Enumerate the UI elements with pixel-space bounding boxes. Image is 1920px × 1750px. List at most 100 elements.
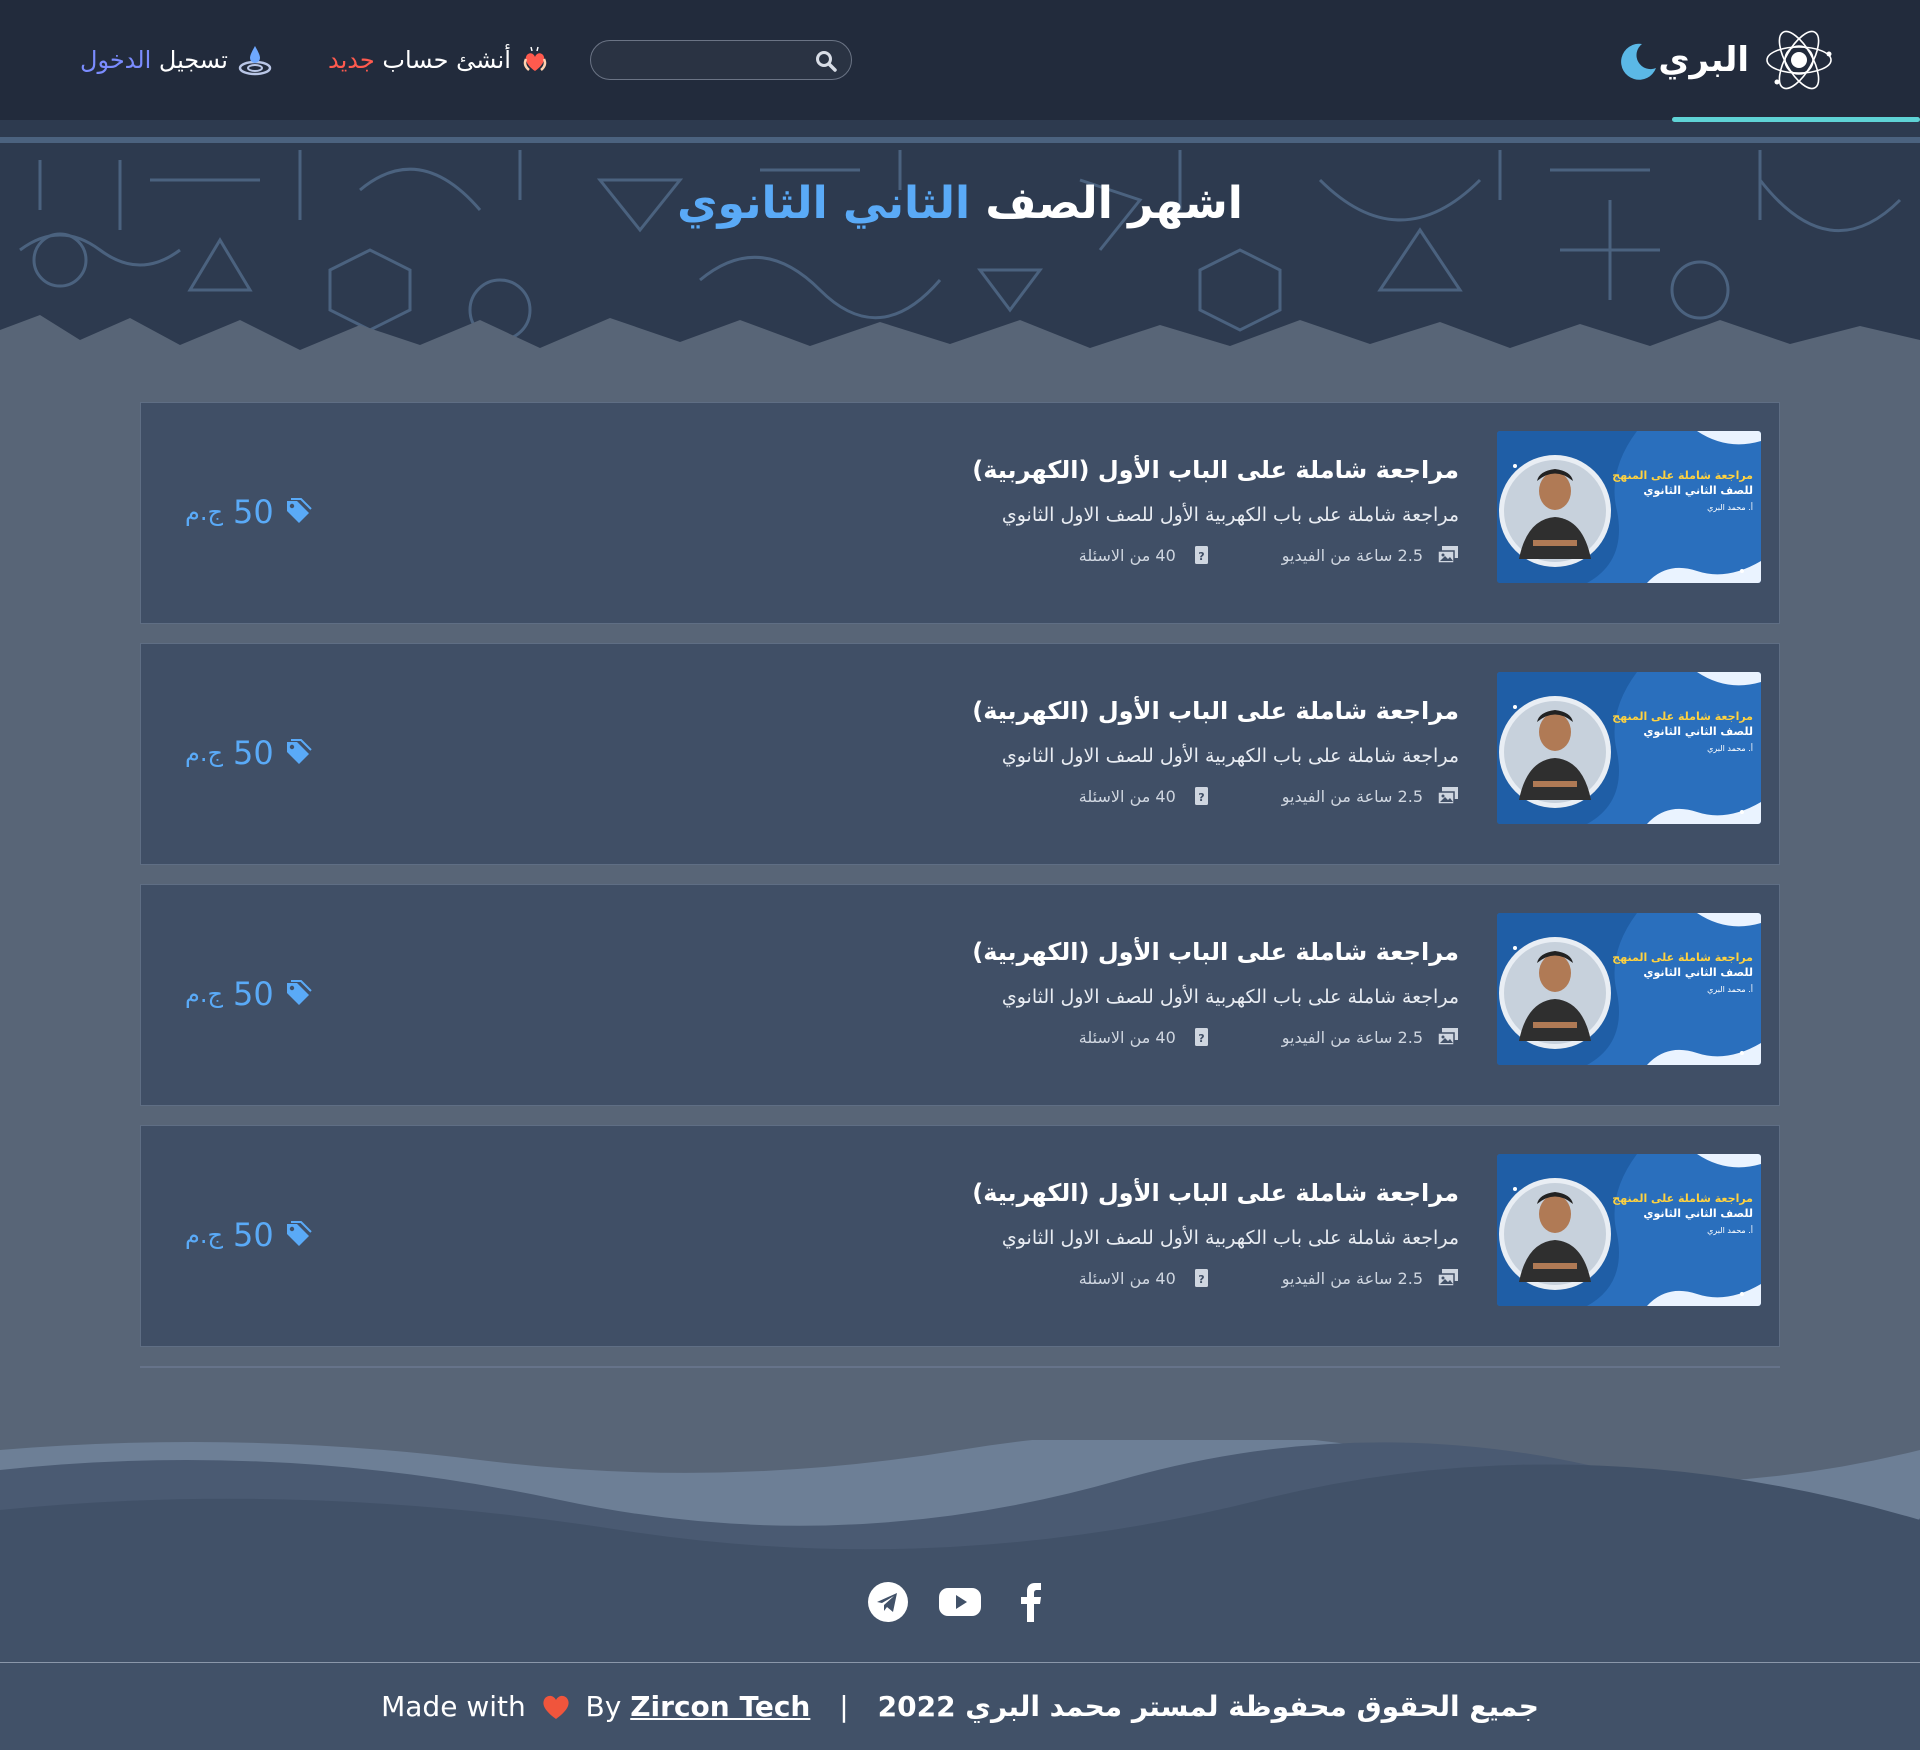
svg-text:?: ?	[1198, 550, 1204, 563]
thumb-teacher: أ. محمد البري	[1707, 503, 1753, 512]
course-info: مراجعة شاملة على الباب الأول (الكهربية) …	[759, 1176, 1459, 1288]
brand-name: البري	[1658, 40, 1749, 80]
thumb-headline: مراجعة شاملة على المنهج	[1612, 469, 1753, 482]
svg-text:?: ?	[1198, 791, 1204, 804]
price-currency: ج.م	[185, 980, 223, 1008]
course-list: مراجعة شاملة على المنهج للصف الثاني الثا…	[140, 402, 1780, 1366]
brand[interactable]: البري	[1658, 22, 1835, 98]
copyright: Made with By Zircon Tech | جميع الحقوق م…	[0, 1690, 1920, 1723]
active-nav-underline	[1672, 117, 1920, 122]
course-meta: 2.5 ساعة من الفيديو ? 40 من الاسئلة	[759, 1027, 1459, 1047]
video-duration: 2.5 ساعة من الفيديو	[1282, 545, 1459, 565]
course-description: مراجعة شاملة على باب الكهربية الأول للصف…	[1001, 986, 1459, 1008]
company-link[interactable]: Zircon Tech	[630, 1690, 810, 1723]
price-value: 50	[232, 1216, 274, 1254]
price-value: 50	[232, 493, 274, 531]
svg-text:?: ?	[1198, 1032, 1204, 1045]
register-link[interactable]: أنشئ حساب جديد	[328, 42, 549, 78]
tags-icon	[286, 980, 312, 1005]
course-meta: 2.5 ساعة من الفيديو ? 40 من الاسئلة	[759, 545, 1459, 565]
youtube-icon[interactable]	[938, 1580, 982, 1624]
course-card[interactable]: مراجعة شاملة على المنهج للصف الثاني الثا…	[140, 1125, 1780, 1347]
images-icon	[1437, 787, 1458, 805]
thumb-headline: مراجعة شاملة على المنهج	[1612, 951, 1753, 964]
login-link[interactable]: تسجيل الدخول	[80, 42, 272, 78]
price-value: 50	[232, 734, 274, 772]
water-drop-icon	[238, 46, 272, 76]
course-thumbnail[interactable]: مراجعة شاملة على المنهج للصف الثاني الثا…	[1497, 431, 1761, 583]
register-text: أنشئ حساب	[382, 46, 511, 74]
course-card[interactable]: مراجعة شاملة على المنهج للصف الثاني الثا…	[140, 884, 1780, 1106]
heart-icon	[543, 1695, 569, 1719]
course-price: 50 ج.م	[185, 734, 312, 772]
course-card[interactable]: مراجعة شاملة على المنهج للصف الثاني الثا…	[140, 402, 1780, 624]
rights-text: جميع الحقوق محفوظة لمستر محمد البري 2022	[877, 1690, 1539, 1723]
video-duration: 2.5 ساعة من الفيديو	[1282, 1027, 1459, 1047]
price-currency: ج.م	[185, 1221, 223, 1249]
heart-hands-icon	[523, 46, 547, 71]
page-title: اشهر الصف الثاني الثانوي	[0, 178, 1920, 229]
hero-banner: اشهر الصف الثاني الثانوي	[0, 120, 1920, 380]
images-icon	[1437, 1028, 1458, 1046]
course-description: مراجعة شاملة على باب الكهربية الأول للصف…	[1001, 504, 1459, 526]
course-thumbnail[interactable]: مراجعة شاملة على المنهج للصف الثاني الثا…	[1497, 913, 1761, 1065]
hero-background	[0, 120, 1920, 380]
course-description: مراجعة شاملة على باب الكهربية الأول للصف…	[1001, 745, 1459, 767]
footer-divider	[0, 1662, 1920, 1663]
atom-logo-icon	[1766, 30, 1832, 90]
login-text: تسجيل	[158, 46, 228, 74]
tags-icon	[286, 498, 312, 523]
footer-separator: |	[839, 1690, 849, 1723]
thumb-subline: للصف الثاني الثانوي	[1643, 1207, 1753, 1220]
footer: Made with By Zircon Tech | جميع الحقوق م…	[0, 1560, 1920, 1750]
question-count: ? 40 من الاسئلة	[1079, 545, 1212, 565]
course-title[interactable]: مراجعة شاملة على الباب الأول (الكهربية)	[759, 1176, 1459, 1210]
video-duration: 2.5 ساعة من الفيديو	[1282, 786, 1459, 806]
thumb-teacher: أ. محمد البري	[1707, 985, 1753, 994]
thumb-teacher: أ. محمد البري	[1707, 744, 1753, 753]
course-thumbnail[interactable]: مراجعة شاملة على المنهج للصف الثاني الثا…	[1497, 1154, 1761, 1306]
question-file-icon: ?	[1194, 787, 1208, 805]
made-with-text: Made with	[381, 1690, 526, 1723]
price-currency: ج.م	[185, 739, 223, 767]
moon-icon[interactable]	[1616, 40, 1658, 82]
course-price: 50 ج.م	[185, 975, 312, 1013]
tags-icon	[286, 739, 312, 764]
course-title[interactable]: مراجعة شاملة على الباب الأول (الكهربية)	[759, 694, 1459, 728]
course-card[interactable]: مراجعة شاملة على المنهج للصف الثاني الثا…	[140, 643, 1780, 865]
course-thumbnail[interactable]: مراجعة شاملة على المنهج للصف الثاني الثا…	[1497, 672, 1761, 824]
search-input[interactable]	[591, 41, 851, 79]
course-title[interactable]: مراجعة شاملة على الباب الأول (الكهربية)	[759, 453, 1459, 487]
thumb-subline: للصف الثاني الثانوي	[1643, 966, 1753, 979]
images-icon	[1437, 1269, 1458, 1287]
facebook-icon[interactable]	[1010, 1580, 1054, 1624]
question-file-icon: ?	[1194, 546, 1208, 564]
question-count: ? 40 من الاسئلة	[1079, 786, 1212, 806]
course-info: مراجعة شاملة على الباب الأول (الكهربية) …	[759, 453, 1459, 565]
course-meta: 2.5 ساعة من الفيديو ? 40 من الاسئلة	[759, 786, 1459, 806]
search-icon[interactable]	[815, 50, 837, 72]
tags-icon	[286, 1221, 312, 1246]
course-meta: 2.5 ساعة من الفيديو ? 40 من الاسئلة	[759, 1268, 1459, 1288]
telegram-icon[interactable]	[866, 1580, 910, 1624]
title-prefix: اشهر الصف	[985, 178, 1243, 229]
price-value: 50	[232, 975, 274, 1013]
question-file-icon: ?	[1194, 1269, 1208, 1287]
course-list-divider	[140, 1366, 1780, 1368]
course-info: مراجعة شاملة على الباب الأول (الكهربية) …	[759, 694, 1459, 806]
navbar: البري أنشئ حساب جديد تسجيل الدخول	[0, 0, 1920, 122]
course-price: 50 ج.م	[185, 493, 312, 531]
social-links	[0, 1580, 1920, 1624]
svg-text:?: ?	[1198, 1273, 1204, 1286]
question-file-icon: ?	[1194, 1028, 1208, 1046]
thumb-subline: للصف الثاني الثانوي	[1643, 725, 1753, 738]
by-text: By	[585, 1690, 622, 1723]
course-title[interactable]: مراجعة شاملة على الباب الأول (الكهربية)	[759, 935, 1459, 969]
price-currency: ج.م	[185, 498, 223, 526]
search-box	[590, 40, 852, 80]
images-icon	[1437, 546, 1458, 564]
register-accent: جديد	[328, 46, 375, 74]
thumb-teacher: أ. محمد البري	[1707, 1226, 1753, 1235]
video-duration: 2.5 ساعة من الفيديو	[1282, 1268, 1459, 1288]
question-count: ? 40 من الاسئلة	[1079, 1268, 1212, 1288]
